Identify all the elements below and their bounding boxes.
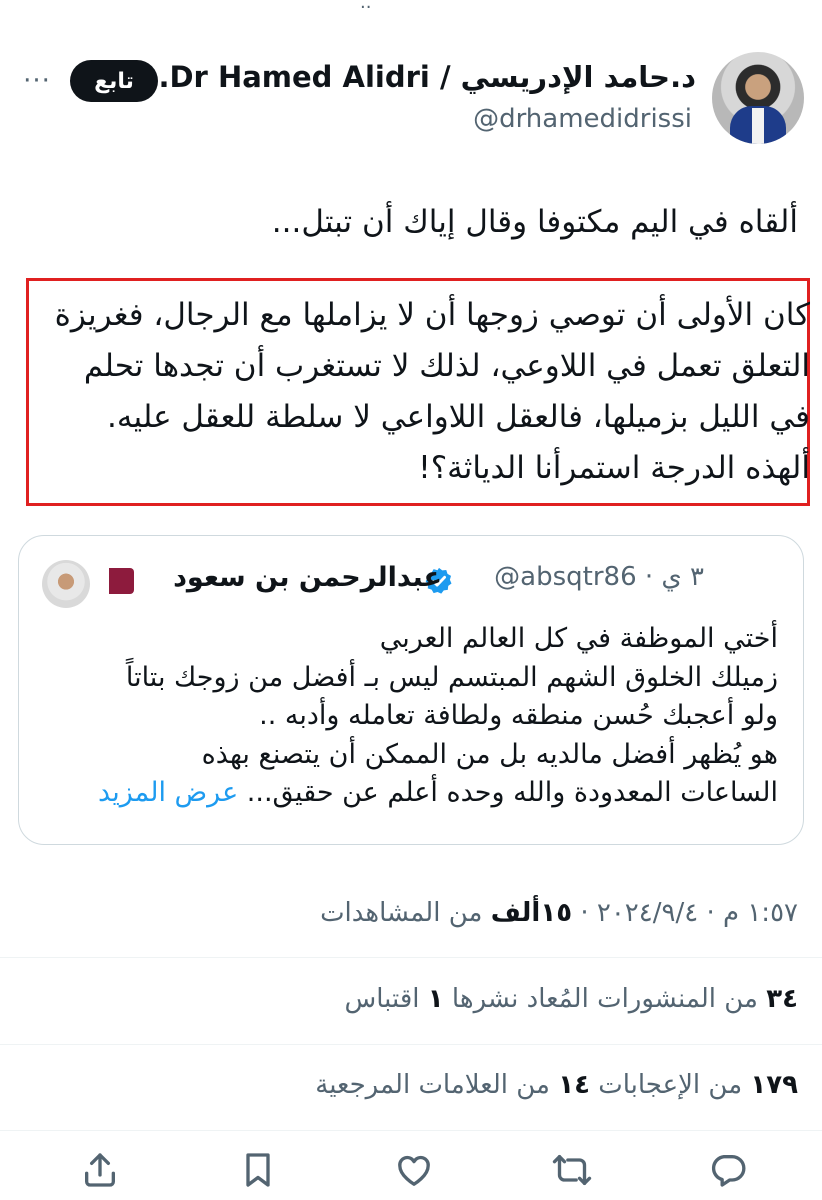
- like-icon: [398, 1155, 430, 1186]
- show-more-link[interactable]: عرض المزيد: [98, 777, 238, 808]
- tweet-timestamp-views: ١:٥٧ م · ٢٠٢٤/٩/٤ · ١٥ألف من المشاهدات: [320, 898, 798, 928]
- bookmark-icon: [246, 1153, 270, 1187]
- quote-line-last: الساعات المعدودة والله وحده أعلم عن حقيق…: [38, 774, 778, 813]
- author-handle[interactable]: @drhamedidrissi: [473, 104, 692, 134]
- reposts-count[interactable]: ٣٤: [766, 984, 798, 1014]
- qatar-flag-icon: [98, 568, 134, 594]
- reply-button[interactable]: [708, 1150, 748, 1190]
- quote-author-avatar: [42, 560, 90, 608]
- like-button[interactable]: [394, 1150, 434, 1190]
- reposts-quotes-row: ٣٤ من المنشورات المُعاد نشرها ١ اقتباس: [345, 984, 798, 1014]
- quotes-label[interactable]: اقتباس: [345, 984, 428, 1014]
- quote-line: أختي الموظفة في كل العالم العربي: [379, 623, 778, 654]
- quotes-count[interactable]: ١: [428, 984, 444, 1014]
- author-display-name[interactable]: د.حامد الإدريسي / Dr Hamed Alidri...: [136, 60, 696, 94]
- tweet-line: في الليل بزميلها، فالعقل اللاواعي لا سلط…: [106, 399, 810, 435]
- likes-label[interactable]: من الإعجابات: [590, 1070, 750, 1100]
- tweet-text-intro: ألقاه في اليم مكتوفا وقال إياك أن تبتل..…: [271, 204, 798, 240]
- quote-handle-time: @absqtr86 · ٣ ي: [494, 562, 704, 592]
- tweet-text-highlighted: كان الأولى أن توصي زوجها أن لا يزاملها م…: [40, 290, 810, 494]
- follow-button[interactable]: تابع: [70, 60, 158, 102]
- quote-author-name[interactable]: عبدالرحمن بن سعود: [173, 562, 442, 593]
- bookmark-button[interactable]: [238, 1150, 278, 1190]
- divider: [0, 957, 822, 958]
- quote-last-text: الساعات المعدودة والله وحده أعلم عن حقيق…: [246, 777, 778, 808]
- quote-line: هو يُظهر أفضل مالديه بل من الممكن أن يتص…: [201, 738, 778, 770]
- bookmarks-label[interactable]: من العلامات المرجعية: [315, 1070, 558, 1100]
- quote-line: زميلك الخلوق الشهم المبتسم ليس بـ أفضل م…: [125, 661, 778, 693]
- repost-button[interactable]: [552, 1150, 592, 1190]
- repost-icon: [552, 1155, 592, 1185]
- avatar-shirt: [752, 108, 764, 144]
- reply-icon: [711, 1155, 746, 1187]
- tweet-line: التعلق تعمل في اللاوعي، لذلك لا تستغرب أ…: [83, 348, 810, 384]
- quote-text: أختي الموظفة في كل العالم العربي زميلك ا…: [38, 620, 778, 813]
- tweet-line: ألهذه الدرجة استمرأنا الدياثة؟!: [418, 450, 810, 486]
- author-avatar[interactable]: [712, 52, 804, 144]
- share-icon: [85, 1153, 116, 1187]
- divider: [0, 1130, 822, 1131]
- reposts-label[interactable]: من المنشورات المُعاد نشرها: [444, 984, 767, 1014]
- likes-bookmarks-row: ١٧٩ من الإعجابات ١٤ من العلامات المرجعية: [315, 1070, 798, 1100]
- tweet-line: كان الأولى أن توصي زوجها أن لا يزاملها م…: [54, 297, 810, 333]
- likes-count[interactable]: ١٧٩: [750, 1070, 798, 1100]
- views-label: من المشاهدات: [320, 898, 491, 928]
- tweet-date-time[interactable]: ١:٥٧ م · ٢٠٢٤/٩/٤ ·: [572, 898, 798, 928]
- share-button[interactable]: [80, 1150, 120, 1190]
- quote-line: ولو أعجبك حُسن منطقه ولطافة تعامله وأدبه…: [259, 700, 778, 731]
- more-dots-icon[interactable]: ···: [20, 66, 54, 96]
- bookmarks-count[interactable]: ١٤: [558, 1070, 590, 1100]
- divider: [0, 1044, 822, 1045]
- scroll-indicator: ..: [360, 0, 372, 13]
- views-count: ١٥ألف: [490, 898, 573, 928]
